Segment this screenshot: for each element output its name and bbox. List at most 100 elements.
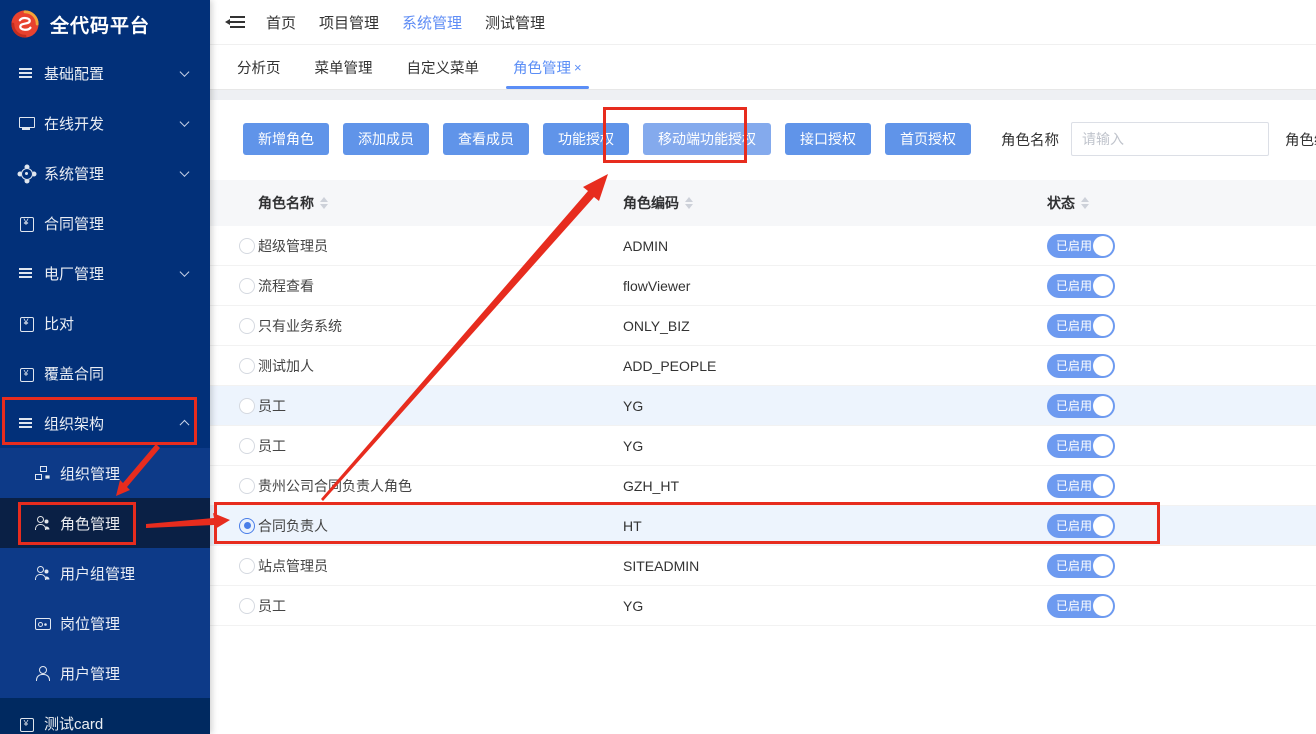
sidebar-item[interactable]: 用户组管理 [0,548,210,598]
chevron-icon [180,267,190,277]
table-row[interactable]: 贵州公司合同负责人角色 GZH_HT 已启用 [210,466,1316,506]
tab-label: 自定义菜单 [407,57,480,78]
status-toggle[interactable]: 已启用 [1047,554,1115,578]
role-code: YG [623,398,1047,414]
status-toggle[interactable]: 已启用 [1047,314,1115,338]
filter-input[interactable] [1071,122,1269,156]
sidebar-item[interactable]: 系统管理 [0,148,210,198]
row-radio[interactable] [239,398,255,414]
table-row[interactable]: 流程查看 flowViewer 已启用 [210,266,1316,306]
tab[interactable]: 自定义菜单 × [390,45,497,89]
toolbar-button[interactable]: 接口授权 [785,123,871,155]
tab-label: 分析页 [237,57,281,78]
row-radio[interactable] [239,358,255,374]
table-row[interactable]: 员工 YG 已启用 [210,386,1316,426]
status-toggle[interactable]: 已启用 [1047,474,1115,498]
column-label: 状态 [1047,193,1075,213]
tab[interactable]: 分析页 × [220,45,298,89]
app-window: 全代码平台 基础配置 在线开发 系统管理 [0,0,1316,734]
bars-icon [18,265,34,281]
role-name: 超级管理员 [258,236,623,256]
role-name: 只有业务系统 [258,316,623,336]
table-row[interactable]: 测试加人 ADD_PEOPLE 已启用 [210,346,1316,386]
sidebar-item[interactable]: 组织管理 [0,448,210,498]
bars-icon [18,65,34,81]
sidebar-item[interactable]: 合同管理 [0,198,210,248]
sort-carets-icon[interactable] [685,197,693,209]
sidebar-item[interactable]: 用户管理 [0,648,210,698]
topnav-item[interactable]: 首页 [266,12,296,33]
table-row[interactable]: 员工 YG 已启用 [210,426,1316,466]
sidebar-item-label: 测试card [44,713,103,734]
status-toggle[interactable]: 已启用 [1047,274,1115,298]
table-row[interactable]: 只有业务系统 ONLY_BIZ 已启用 [210,306,1316,346]
sidebar-item-label: 角色管理 [60,513,120,534]
sidebar-item[interactable]: 角色管理 [0,498,210,548]
role-code: ADD_PEOPLE [623,358,1047,374]
status-toggle[interactable]: 已启用 [1047,514,1115,538]
column-label: 角色编码 [623,193,679,213]
toolbar-button[interactable]: 移动端功能授权 [643,123,771,155]
menu-fold-icon[interactable] [228,14,248,30]
sidebar-item[interactable]: 电厂管理 [0,248,210,298]
row-radio[interactable] [239,598,255,614]
sidebar-item-label: 合同管理 [44,213,104,234]
row-radio[interactable] [239,518,255,534]
sidebar-item[interactable]: 比对 [0,298,210,348]
row-radio[interactable] [239,478,255,494]
row-radio[interactable] [239,318,255,334]
user-icon [34,665,50,681]
row-radio[interactable] [239,278,255,294]
role-name: 流程查看 [258,276,623,296]
topnav-item[interactable]: 系统管理 [402,12,462,33]
row-radio[interactable] [239,438,255,454]
app-title: 全代码平台 [50,11,150,38]
table-header-cell[interactable]: 角色编码 [623,193,1047,213]
role-name: 测试加人 [258,356,623,376]
row-radio[interactable] [239,558,255,574]
status-toggle[interactable]: 已启用 [1047,394,1115,418]
top-navbar: 首页 项目管理 系统管理 测试管理 [210,0,1316,45]
status-toggle[interactable]: 已启用 [1047,234,1115,258]
toolbar-button[interactable]: 查看成员 [443,123,529,155]
roles-table: 角色名称 角色编码 状态 [210,180,1316,734]
topnav-item[interactable]: 项目管理 [319,12,379,33]
table-header: 角色名称 角色编码 状态 [210,180,1316,226]
filter-label: 角色编码 [1285,129,1316,150]
status-toggle[interactable]: 已启用 [1047,354,1115,378]
chevron-icon [180,117,190,127]
content-area: 首页 项目管理 系统管理 测试管理 分析页 × 菜单管理 × [210,0,1316,734]
table-row[interactable]: 合同负责人 HT 已启用 [210,506,1316,546]
sort-carets-icon[interactable] [1081,197,1089,209]
tab[interactable]: 菜单管理 × [298,45,390,89]
topnav-item[interactable]: 测试管理 [485,12,545,33]
tab-label: 菜单管理 [315,57,373,78]
table-header-cell[interactable]: 角色名称 [258,193,623,213]
sidebar-item[interactable]: 覆盖合同 [0,348,210,398]
table-row[interactable]: 超级管理员 ADMIN 已启用 [210,226,1316,266]
toolbar-button[interactable]: 首页授权 [885,123,971,155]
sidebar-item-label: 用户组管理 [60,563,135,584]
status-toggle[interactable]: 已启用 [1047,434,1115,458]
table-row[interactable]: 站点管理员 SITEADMIN 已启用 [210,546,1316,586]
sidebar-item[interactable]: 组织架构 [0,398,210,448]
sidebar-item[interactable]: 岗位管理 [0,598,210,648]
chevron-icon [180,67,190,77]
table-row[interactable]: 员工 YG 已启用 [210,586,1316,626]
tab[interactable]: 角色管理 × [496,45,599,89]
toolbar-button[interactable]: 功能授权 [543,123,629,155]
table-body: 超级管理员 ADMIN 已启用 流程查看 flowViewer 已启用 [210,226,1316,626]
topnav-links: 首页 项目管理 系统管理 测试管理 [266,12,568,33]
sort-carets-icon[interactable] [320,197,328,209]
sidebar-item[interactable]: 测试card [0,698,210,734]
toolbar-button[interactable]: 新增角色 [243,123,329,155]
sidebar-item[interactable]: 基础配置 [0,48,210,98]
role-code: YG [623,438,1047,454]
sidebar-item[interactable]: 在线开发 [0,98,210,148]
filter-group: 角色编码 [1285,122,1316,156]
status-toggle[interactable]: 已启用 [1047,594,1115,618]
row-radio[interactable] [239,238,255,254]
toolbar-button[interactable]: 添加成员 [343,123,429,155]
table-header-cell[interactable]: 状态 [1047,193,1316,213]
tab-close-icon[interactable]: × [574,60,582,75]
